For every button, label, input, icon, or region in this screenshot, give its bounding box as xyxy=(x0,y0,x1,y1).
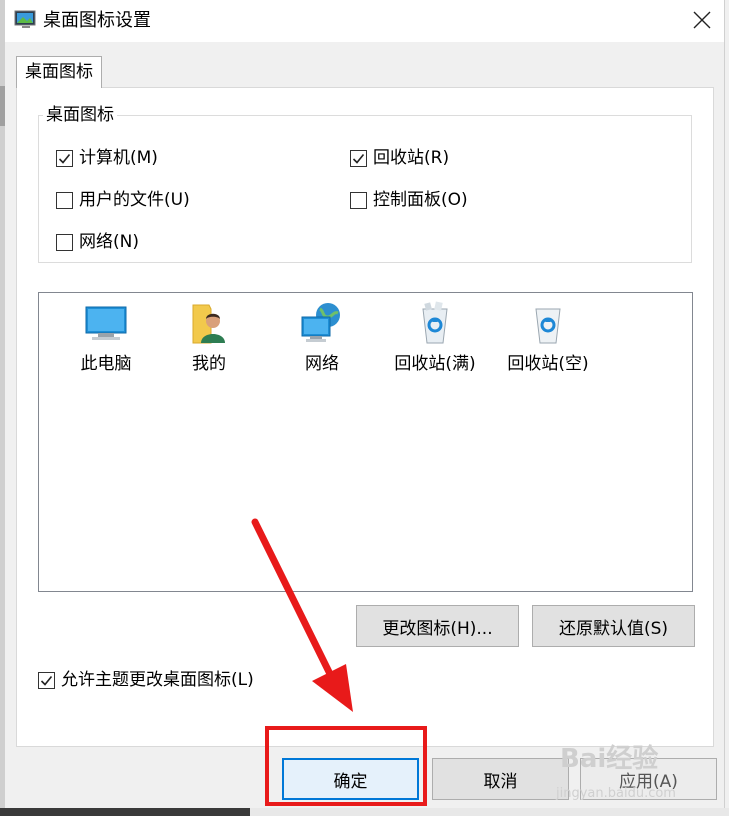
checkbox-box[interactable] xyxy=(350,191,367,209)
checkbox-label: 网络(N) xyxy=(79,232,139,252)
checkbox-label: 计算机(M) xyxy=(79,148,158,168)
checkbox-label: 允许主题更改桌面图标(L) xyxy=(61,670,254,690)
checkbox-box[interactable] xyxy=(350,149,367,167)
checkmark-icon xyxy=(58,153,71,164)
icon-item-user-files[interactable]: 我的 xyxy=(154,299,264,376)
icon-label: 我的 xyxy=(192,354,226,374)
user-folder-icon xyxy=(192,304,225,344)
close-icon xyxy=(693,11,711,29)
restore-default-button[interactable]: 还原默认值(S) xyxy=(532,605,695,647)
close-button[interactable] xyxy=(684,4,720,36)
recycle-bin-empty-icon xyxy=(535,308,561,344)
icon-label: 此电脑 xyxy=(80,354,132,374)
checkbox-user-files[interactable]: 用户的文件(U) xyxy=(56,188,190,212)
desktop-settings-app-icon xyxy=(14,8,38,32)
checkbox-label: 控制面板(O) xyxy=(373,190,468,210)
checkbox-computer[interactable]: 计算机(M) xyxy=(56,146,158,170)
watermark-logo: Bai经验 xyxy=(560,744,659,774)
icon-label: 网络 xyxy=(305,354,339,374)
cancel-button[interactable]: 取消 xyxy=(432,758,569,800)
icon-item-network[interactable]: 网络 xyxy=(267,299,377,376)
change-icon-button[interactable]: 更改图标(H)... xyxy=(356,605,519,647)
checkbox-control-panel[interactable]: 控制面板(O) xyxy=(350,188,468,212)
watermark-url: jingyan.baidu.com xyxy=(556,786,676,801)
checkbox-label: 用户的文件(U) xyxy=(79,190,190,210)
checkmark-icon xyxy=(352,153,365,164)
network-icon xyxy=(301,303,340,342)
this-pc-icon xyxy=(85,306,127,340)
window-title: 桌面图标设置 xyxy=(43,10,151,31)
highlight-box xyxy=(265,726,427,806)
checkmark-icon xyxy=(40,675,53,686)
checkbox-network[interactable]: 网络(N) xyxy=(56,230,139,254)
checkbox-box[interactable] xyxy=(56,233,73,251)
checkbox-box[interactable] xyxy=(56,191,73,209)
group-legend: 桌面图标 xyxy=(43,103,117,127)
checkbox-box[interactable] xyxy=(56,149,73,167)
icon-label: 回收站(空) xyxy=(507,354,589,374)
icon-item-this-pc[interactable]: 此电脑 xyxy=(51,299,161,376)
background-window-edge-right xyxy=(724,0,729,816)
taskbar-strip xyxy=(0,808,729,816)
checkbox-recycle-bin[interactable]: 回收站(R) xyxy=(350,146,449,170)
icon-preview-list[interactable]: 此电脑 我的 网络 回收站(满) 回收站(空) xyxy=(38,292,693,592)
icon-item-recycle-empty[interactable]: 回收站(空) xyxy=(493,299,603,376)
checkbox-allow-themes[interactable]: 允许主题更改桌面图标(L) xyxy=(38,668,254,692)
checkbox-box[interactable] xyxy=(38,671,55,689)
icon-label: 回收站(满) xyxy=(394,354,476,374)
tab-desktop-icons[interactable]: 桌面图标 xyxy=(16,56,102,88)
recycle-bin-full-icon xyxy=(422,301,448,344)
checkbox-label: 回收站(R) xyxy=(373,148,450,168)
icon-item-recycle-full[interactable]: 回收站(满) xyxy=(380,299,490,376)
